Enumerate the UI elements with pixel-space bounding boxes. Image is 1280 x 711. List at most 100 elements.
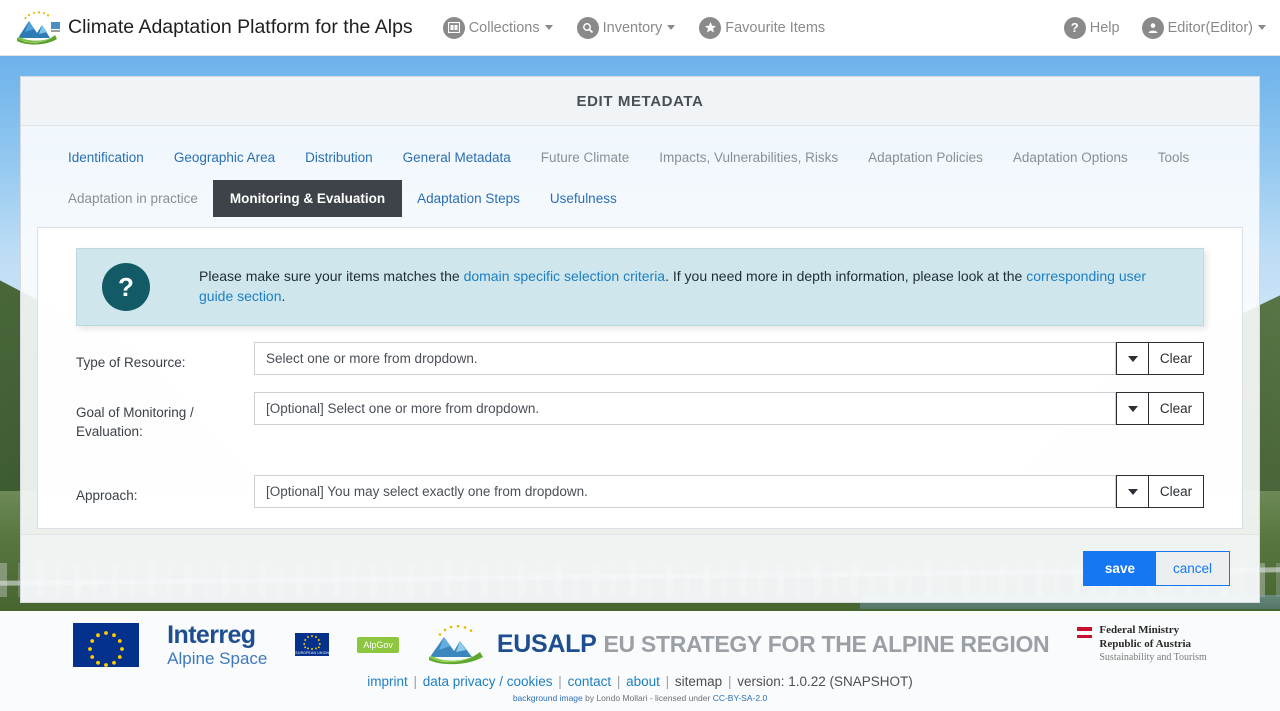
page-title: EDIT METADATA	[576, 92, 704, 110]
tab-row-secondary: Adaptation in practice Monitoring & Eval…	[53, 180, 1227, 217]
eusalp-mountain-logo	[427, 624, 489, 666]
nav-label-collections: Collections	[468, 19, 540, 36]
nav-item-user-menu[interactable]: Editor(Editor)	[1141, 16, 1266, 39]
star-icon	[699, 16, 722, 39]
eusalp-logo-group: EUSALP EU STRATEGY FOR THE ALPINE REGION	[427, 624, 1050, 666]
input-type-of-resource[interactable]: Select one or more from dropdown.	[254, 342, 1116, 375]
info-banner: ? Please make sure your items matches th…	[76, 248, 1204, 326]
tab-adaptation-steps[interactable]: Adaptation Steps	[402, 181, 535, 216]
card-footer-actions: save cancel	[21, 534, 1259, 602]
nav-label-help: Help	[1089, 19, 1120, 36]
separator: |	[613, 674, 625, 689]
control-approach: [Optional] You may select exactly one fr…	[254, 475, 1204, 509]
separator: |	[409, 674, 421, 689]
tab-identification[interactable]: Identification	[53, 140, 159, 175]
info-text-part3: .	[281, 288, 286, 304]
footer-link-about[interactable]: about	[626, 674, 660, 689]
chevron-down-icon	[544, 25, 553, 30]
interreg-logo: Interreg Alpine Space	[167, 620, 268, 668]
interreg-wordmark: Interreg	[167, 620, 256, 649]
footer-text-version: version: 1.0.22 (SNAPSHOT)	[737, 674, 913, 689]
eu-flag-caption: EUROPEAN UNION	[295, 651, 330, 655]
eusalp-wordmark-group: EUSALP EU STRATEGY FOR THE ALPINE REGION	[497, 630, 1050, 659]
tab-adaptation-options[interactable]: Adaptation Options	[998, 140, 1143, 175]
control-goal-of-monitoring: [Optional] Select one or more from dropd…	[254, 392, 1204, 425]
nav-label-favourite-items: Favourite Items	[725, 19, 826, 36]
brand-title: Climate Adaptation Platform for the Alps	[68, 16, 413, 38]
separator: |	[724, 674, 736, 689]
page-footer: Interreg Alpine Space EUROPEAN UNION Alp…	[0, 611, 1280, 711]
tab-impacts-vulnerabilities-risks[interactable]: Impacts, Vulnerabilities, Risks	[644, 140, 853, 175]
save-button[interactable]: save	[1083, 552, 1156, 585]
partner-logos: Interreg Alpine Space EUROPEAN UNION Alp…	[0, 611, 1280, 669]
tab-tools[interactable]: Tools	[1143, 140, 1205, 175]
eusalp-tagline: EU STRATEGY FOR THE ALPINE REGION	[603, 631, 1050, 657]
top-navigation-bar: Climate Adaptation Platform for the Alps…	[0, 0, 1280, 56]
interreg-subtitle: Alpine Space	[167, 648, 268, 668]
austria-flag-icon	[1077, 627, 1093, 639]
clear-button-approach[interactable]: Clear	[1148, 475, 1204, 509]
search-icon	[576, 16, 599, 39]
label-type-of-resource: Type of Resource:	[76, 355, 186, 370]
nav-label-user: Editor(Editor)	[1167, 19, 1253, 36]
ministry-line-2: Republic of Austria	[1099, 638, 1192, 651]
caret-down-icon	[1127, 488, 1138, 495]
credit-mid-text: by Londo Mollari - licensed under	[582, 693, 713, 703]
metadata-form: Type of Resource: Select one or more fro…	[58, 342, 1222, 509]
dropdown-toggle-approach[interactable]	[1116, 475, 1148, 509]
background-image-credit: background image by Londo Mollari - lice…	[0, 693, 1280, 703]
footer-link-imprint[interactable]: imprint	[367, 674, 408, 689]
label-approach: Approach:	[76, 488, 138, 504]
tab-adaptation-in-practice[interactable]: Adaptation in practice	[53, 181, 213, 216]
chevron-down-icon	[667, 25, 676, 30]
tab-row-primary: Identification Geographic Area Distribut…	[53, 140, 1227, 175]
link-domain-selection-criteria[interactable]: domain specific selection criteria	[464, 268, 666, 284]
nav-item-favourite-items[interactable]: Favourite Items	[699, 16, 826, 39]
tab-usefulness[interactable]: Usefulness	[535, 181, 632, 216]
tab-geographic-area[interactable]: Geographic Area	[159, 140, 290, 175]
question-mark-icon: ?	[102, 263, 150, 311]
ministry-line-3: Sustainability and Tourism	[1099, 652, 1207, 664]
tab-monitoring-evaluation[interactable]: Monitoring & Evaluation	[212, 180, 403, 217]
question-mark-icon: ?	[1063, 16, 1086, 39]
cancel-button[interactable]: cancel	[1155, 552, 1229, 585]
brand[interactable]: Climate Adaptation Platform for the Alps	[16, 10, 413, 45]
eusalp-wordmark: EUSALP	[496, 630, 597, 658]
clear-button-goal-of-monitoring[interactable]: Clear	[1148, 392, 1204, 425]
tabs-container: Identification Geographic Area Distribut…	[21, 126, 1259, 217]
federal-ministry-text: Federal Ministry Republic of Austria Sus…	[1099, 624, 1206, 664]
info-text-part1: Please make sure your items matches the	[199, 268, 464, 285]
footer-text-sitemap: sitemap	[674, 674, 723, 689]
tab-adaptation-policies[interactable]: Adaptation Policies	[853, 140, 998, 175]
alpine-mountain-logo	[16, 10, 62, 45]
tab-future-climate[interactable]: Future Climate	[526, 140, 645, 175]
card-header: EDIT METADATA	[21, 77, 1259, 126]
label-goal-of-monitoring: Goal of Monitoring / Evaluation:	[76, 405, 194, 440]
footer-link-data-privacy[interactable]: data privacy / cookies	[423, 674, 553, 689]
tab-general-metadata[interactable]: General Metadata	[388, 140, 526, 175]
eu-flag-logo	[73, 622, 140, 667]
caret-down-icon	[1127, 355, 1138, 362]
nav-item-help[interactable]: ? Help	[1063, 16, 1120, 39]
input-goal-of-monitoring[interactable]: [Optional] Select one or more from dropd…	[254, 392, 1116, 425]
nav-item-inventory[interactable]: Inventory	[576, 16, 676, 39]
credit-link-license[interactable]: CC-BY-SA-2.0	[713, 693, 767, 703]
nav-item-collections[interactable]: Collections	[442, 16, 553, 39]
clear-button-type-of-resource[interactable]: Clear	[1148, 342, 1204, 375]
form-row-goal-of-monitoring: Goal of Monitoring / Evaluation: [Option…	[76, 392, 1204, 441]
tab-distribution[interactable]: Distribution	[290, 140, 388, 175]
input-approach[interactable]: [Optional] You may select exactly one fr…	[254, 475, 1116, 509]
tab-panel: ? Please make sure your items matches th…	[37, 227, 1243, 529]
form-row-approach: Approach: [Optional] You may select exac…	[76, 475, 1204, 509]
alpgov-logo: AlpGov	[357, 636, 399, 653]
separator: |	[554, 674, 566, 689]
credit-link-background-image[interactable]: background image	[513, 693, 583, 703]
edit-metadata-card: EDIT METADATA Identification Geographic …	[20, 76, 1260, 603]
footer-link-contact[interactable]: contact	[568, 674, 612, 689]
dropdown-toggle-goal-of-monitoring[interactable]	[1116, 392, 1148, 425]
dropdown-toggle-type-of-resource[interactable]	[1116, 342, 1148, 375]
chevron-down-icon	[1258, 25, 1266, 30]
info-text-part2: . If you need more in depth information,…	[665, 268, 1027, 285]
footer-links: imprint | data privacy / cookies | conta…	[0, 674, 1280, 689]
ministry-line-1: Federal Ministry	[1099, 624, 1180, 637]
